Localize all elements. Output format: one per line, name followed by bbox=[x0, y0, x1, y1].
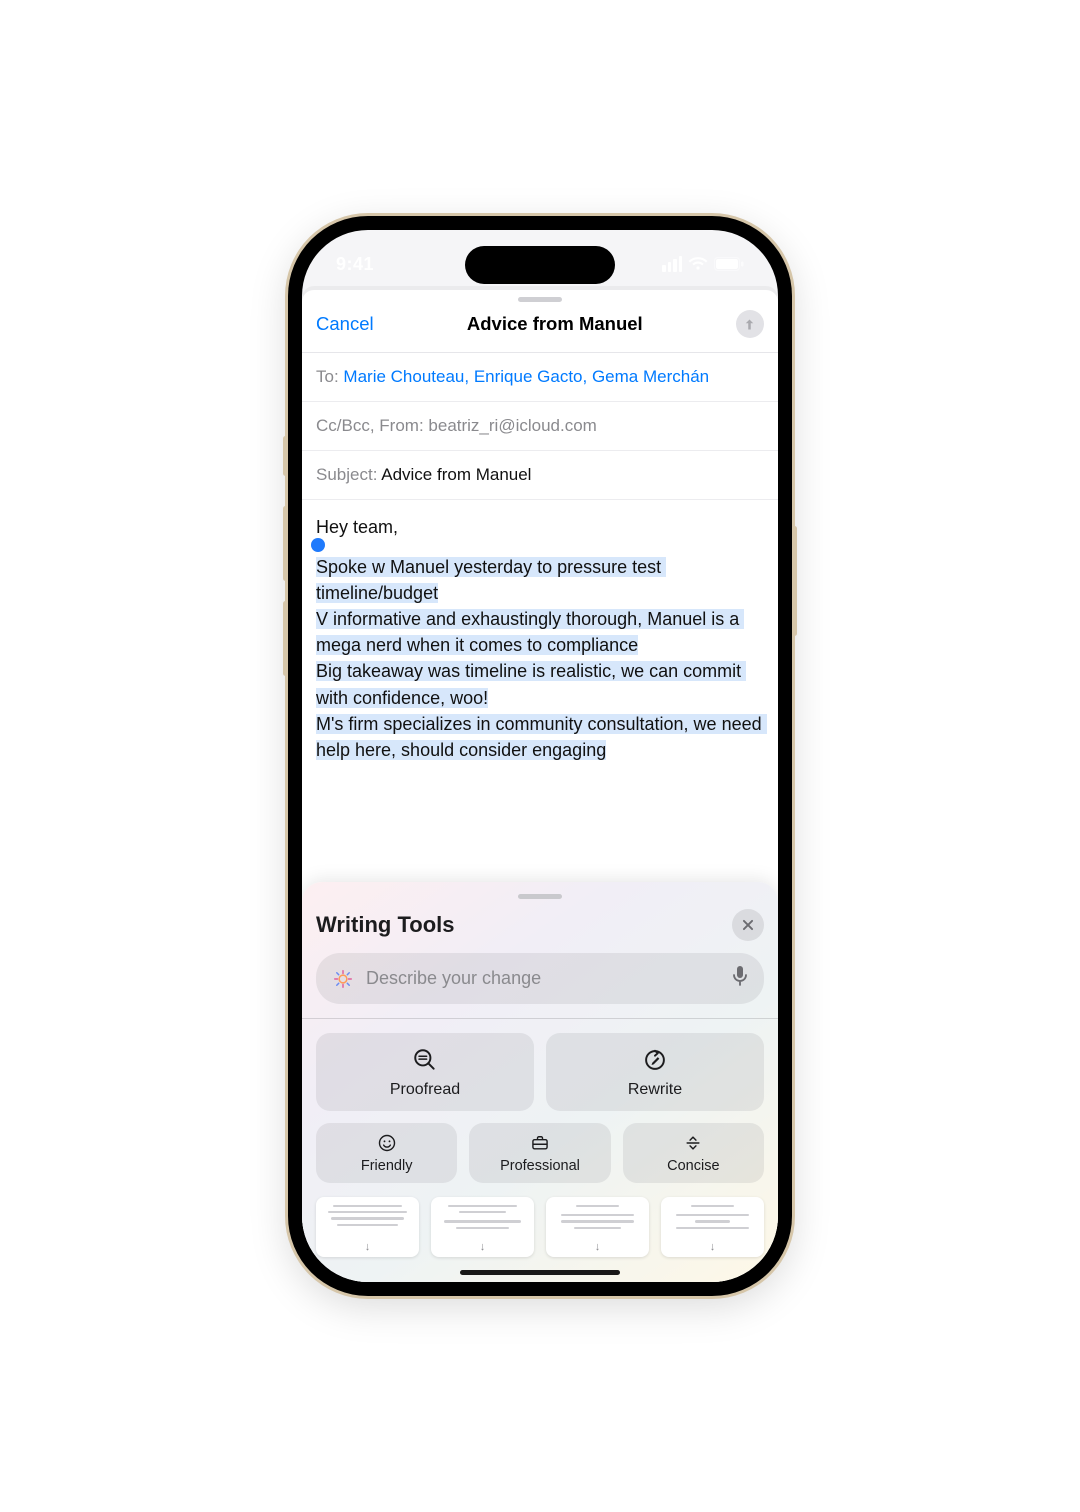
proofread-button[interactable]: Proofread bbox=[316, 1033, 534, 1111]
format-option-4[interactable]: ↓ bbox=[661, 1197, 764, 1257]
subject-field[interactable]: Subject: Advice from Manuel bbox=[302, 451, 778, 500]
briefcase-icon bbox=[530, 1133, 550, 1153]
dynamic-island bbox=[465, 246, 615, 284]
body-intro: Hey team, bbox=[316, 514, 764, 540]
professional-button[interactable]: Professional bbox=[469, 1123, 610, 1183]
selected-text[interactable]: Spoke w Manuel yesterday to pressure tes… bbox=[316, 557, 767, 760]
concise-button[interactable]: Concise bbox=[623, 1123, 764, 1183]
nav-bar: Cancel Advice from Manuel bbox=[302, 302, 778, 353]
to-recipients[interactable]: Marie Chouteau, Enrique Gacto, Gema Merc… bbox=[343, 367, 709, 386]
screen: 9:41 Cancel Advice from Manuel bbox=[302, 230, 778, 1282]
rewrite-icon bbox=[642, 1047, 668, 1073]
describe-change-input[interactable]: Describe your change bbox=[316, 953, 764, 1004]
collapse-icon bbox=[683, 1133, 703, 1153]
volume-down-button bbox=[283, 601, 288, 676]
magnify-text-icon bbox=[412, 1047, 438, 1073]
selection-handle-start[interactable] bbox=[311, 538, 325, 552]
ccbcc-label: Cc/Bcc, From: bbox=[316, 416, 424, 435]
dictation-button[interactable] bbox=[732, 965, 748, 992]
from-address: beatriz_ri@icloud.com bbox=[428, 416, 596, 435]
smile-icon bbox=[377, 1133, 397, 1153]
divider bbox=[302, 1018, 778, 1019]
describe-placeholder: Describe your change bbox=[366, 968, 720, 989]
power-button bbox=[792, 526, 797, 636]
friendly-button[interactable]: Friendly bbox=[316, 1123, 457, 1183]
microphone-icon bbox=[732, 965, 748, 987]
side-button bbox=[283, 436, 288, 476]
arrow-down-icon: ↓ bbox=[710, 1241, 716, 1253]
concise-label: Concise bbox=[667, 1158, 719, 1174]
panel-title: Writing Tools bbox=[316, 912, 455, 938]
close-button[interactable] bbox=[732, 909, 764, 941]
arrow-down-icon: ↓ bbox=[480, 1241, 486, 1253]
ccbcc-from-field[interactable]: Cc/Bcc, From: beatriz_ri@icloud.com bbox=[302, 402, 778, 451]
intelligence-icon bbox=[332, 968, 354, 990]
page-title: Advice from Manuel bbox=[467, 313, 643, 335]
status-time: 9:41 bbox=[336, 254, 374, 275]
send-button[interactable] bbox=[736, 310, 764, 338]
volume-up-button bbox=[283, 506, 288, 581]
arrow-up-icon bbox=[742, 317, 757, 332]
compose-sheet: Cancel Advice from Manuel To: Marie Chou… bbox=[302, 290, 778, 1282]
cancel-button[interactable]: Cancel bbox=[316, 313, 374, 335]
format-option-1[interactable]: ↓ bbox=[316, 1197, 419, 1257]
subject-value: Advice from Manuel bbox=[381, 465, 531, 484]
to-field[interactable]: To: Marie Chouteau, Enrique Gacto, Gema … bbox=[302, 353, 778, 402]
subject-label: Subject: bbox=[316, 465, 377, 484]
format-option-2[interactable]: ↓ bbox=[431, 1197, 534, 1257]
close-icon bbox=[741, 918, 755, 932]
friendly-label: Friendly bbox=[361, 1158, 413, 1174]
arrow-down-icon: ↓ bbox=[365, 1241, 371, 1253]
phone-frame: 9:41 Cancel Advice from Manuel bbox=[288, 216, 792, 1296]
arrow-down-icon: ↓ bbox=[595, 1241, 601, 1253]
professional-label: Professional bbox=[500, 1158, 580, 1174]
to-label: To: bbox=[316, 367, 339, 386]
cellular-icon bbox=[662, 256, 682, 272]
home-indicator[interactable] bbox=[460, 1270, 620, 1275]
proofread-label: Proofread bbox=[390, 1081, 460, 1099]
wifi-icon bbox=[688, 256, 708, 272]
panel-grabber[interactable] bbox=[518, 894, 562, 899]
format-option-3[interactable]: ↓ bbox=[546, 1197, 649, 1257]
rewrite-button[interactable]: Rewrite bbox=[546, 1033, 764, 1111]
battery-icon bbox=[714, 257, 744, 271]
format-thumbnails: ↓ ↓ ↓ ↓ bbox=[316, 1197, 764, 1263]
rewrite-label: Rewrite bbox=[628, 1081, 682, 1099]
writing-tools-panel: Writing Tools Describe your change bbox=[302, 882, 778, 1282]
